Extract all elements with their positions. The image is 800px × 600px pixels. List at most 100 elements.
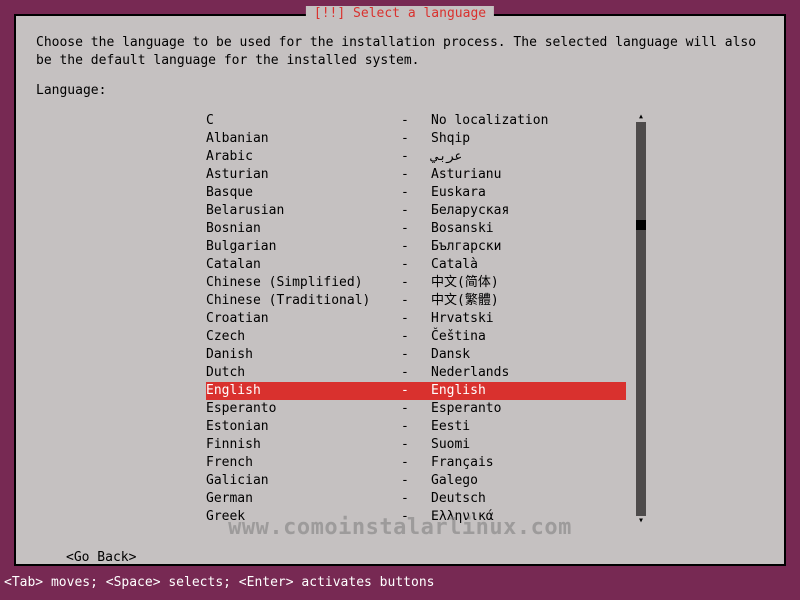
separator: - (401, 328, 431, 346)
language-item[interactable]: English- English (206, 382, 626, 400)
language-item[interactable]: Galician- Galego (206, 472, 626, 490)
language-name: Chinese (Simplified) (206, 274, 401, 292)
language-name: Greek (206, 508, 401, 526)
language-name: Bulgarian (206, 238, 401, 256)
language-name: Esperanto (206, 400, 401, 418)
language-native: 中文(简体) (431, 274, 626, 292)
separator: - (401, 220, 431, 238)
language-item[interactable]: Esperanto- Esperanto (206, 400, 626, 418)
scroll-up-icon[interactable]: ▴ (636, 112, 646, 122)
separator: - (401, 238, 431, 256)
language-native: Català (431, 256, 626, 274)
language-native: Hrvatski (431, 310, 626, 328)
language-name: German (206, 490, 401, 508)
language-native: Беларуская (431, 202, 626, 220)
language-item[interactable]: Bulgarian- Български (206, 238, 626, 256)
language-item[interactable]: Arabic- عربي (206, 148, 626, 166)
language-native: Deutsch (431, 490, 626, 508)
language-name: Albanian (206, 130, 401, 148)
separator: - (401, 166, 431, 184)
language-item[interactable]: Estonian- Eesti (206, 418, 626, 436)
language-native: Shqip (431, 130, 626, 148)
language-native: Asturianu (431, 166, 626, 184)
separator: - (401, 508, 431, 526)
language-dialog: [!!] Select a language Choose the langua… (14, 14, 786, 566)
language-item[interactable]: Chinese (Simplified)- 中文(简体) (206, 274, 626, 292)
language-native: Nederlands (431, 364, 626, 382)
language-label: Language: (36, 83, 764, 98)
language-native: Čeština (431, 328, 626, 346)
language-name: Czech (206, 328, 401, 346)
language-native: Ελληνικά (431, 508, 626, 526)
language-native: Suomi (431, 436, 626, 454)
separator: - (401, 490, 431, 508)
language-native: Esperanto (431, 400, 626, 418)
separator: - (401, 112, 431, 130)
scroll-down-icon[interactable]: ▾ (636, 516, 646, 526)
language-item[interactable]: Albanian- Shqip (206, 130, 626, 148)
language-name: Dutch (206, 364, 401, 382)
language-item[interactable]: Belarusian- Беларуская (206, 202, 626, 220)
separator: - (401, 130, 431, 148)
language-item[interactable]: Croatian- Hrvatski (206, 310, 626, 328)
language-item[interactable]: Danish- Dansk (206, 346, 626, 364)
language-name: Arabic (206, 148, 401, 166)
go-back-button[interactable]: <Go Back> (66, 550, 764, 565)
separator: - (401, 382, 431, 400)
language-native: 中文(繁體) (431, 292, 626, 310)
scroll-thumb[interactable] (636, 220, 646, 230)
language-item[interactable]: Basque- Euskara (206, 184, 626, 202)
language-native: Dansk (431, 346, 626, 364)
separator: - (401, 436, 431, 454)
language-item[interactable]: Czech- Čeština (206, 328, 626, 346)
language-native: English (431, 382, 626, 400)
language-name: Catalan (206, 256, 401, 274)
language-name: C (206, 112, 401, 130)
separator: - (401, 310, 431, 328)
language-native: Bosanski (431, 220, 626, 238)
language-item[interactable]: French- Français (206, 454, 626, 472)
dialog-title: [!!] Select a language (306, 6, 494, 21)
language-name: Belarusian (206, 202, 401, 220)
separator: - (401, 148, 431, 166)
language-name: French (206, 454, 401, 472)
language-native: عربي (431, 148, 626, 166)
separator: - (401, 202, 431, 220)
language-name: Finnish (206, 436, 401, 454)
prompt-text: Choose the language to be used for the i… (36, 34, 764, 69)
scrollbar[interactable]: ▴ ▾ (636, 112, 646, 526)
separator: - (401, 256, 431, 274)
separator: - (401, 454, 431, 472)
language-native: Euskara (431, 184, 626, 202)
separator: - (401, 418, 431, 436)
separator: - (401, 274, 431, 292)
language-item[interactable]: Asturian- Asturianu (206, 166, 626, 184)
language-name: Danish (206, 346, 401, 364)
language-native: Eesti (431, 418, 626, 436)
language-item[interactable]: Catalan- Català (206, 256, 626, 274)
language-name: Bosnian (206, 220, 401, 238)
language-item[interactable]: C- No localization (206, 112, 626, 130)
language-item[interactable]: Chinese (Traditional)- 中文(繁體) (206, 292, 626, 310)
language-name: Basque (206, 184, 401, 202)
language-native: Български (431, 238, 626, 256)
keyboard-hint: <Tab> moves; <Space> selects; <Enter> ac… (4, 575, 434, 590)
language-name: Estonian (206, 418, 401, 436)
language-name: Asturian (206, 166, 401, 184)
language-native: Français (431, 454, 626, 472)
separator: - (401, 292, 431, 310)
language-item[interactable]: Greek- Ελληνικά (206, 508, 626, 526)
language-name: Galician (206, 472, 401, 490)
language-list[interactable]: ▴ ▾ C- No localizationAlbanian- ShqipAra… (206, 112, 626, 526)
language-name: English (206, 382, 401, 400)
separator: - (401, 184, 431, 202)
language-name: Chinese (Traditional) (206, 292, 401, 310)
language-name: Croatian (206, 310, 401, 328)
separator: - (401, 472, 431, 490)
separator: - (401, 346, 431, 364)
language-item[interactable]: Dutch- Nederlands (206, 364, 626, 382)
language-item[interactable]: German- Deutsch (206, 490, 626, 508)
language-item[interactable]: Bosnian- Bosanski (206, 220, 626, 238)
separator: - (401, 400, 431, 418)
language-item[interactable]: Finnish- Suomi (206, 436, 626, 454)
